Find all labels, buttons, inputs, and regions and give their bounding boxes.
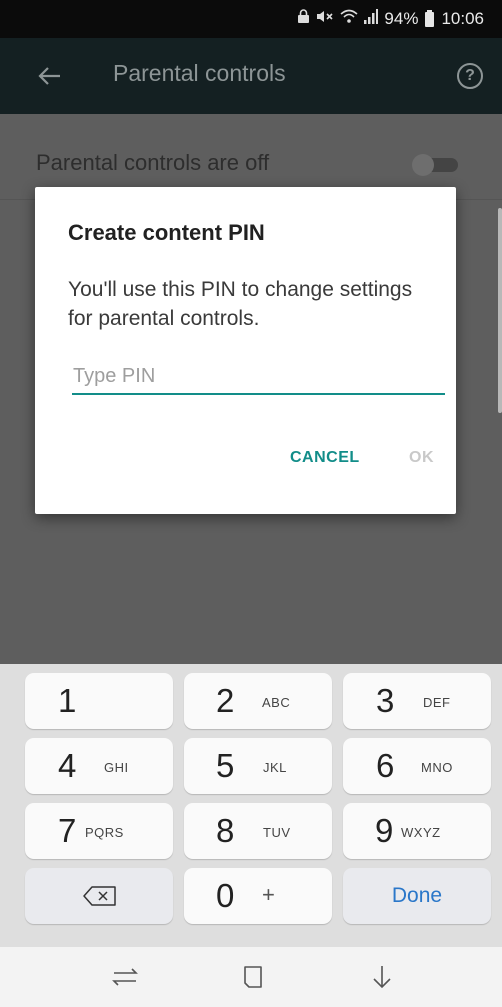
key-9[interactable]: 9 WXYZ — [343, 803, 491, 859]
backspace-key[interactable] — [25, 868, 173, 924]
dialog-title: Create content PIN — [68, 220, 265, 245]
clock: 10:06 — [441, 9, 484, 28]
parental-controls-label: Parental controls are off — [36, 150, 270, 175]
key-digit: 5 — [216, 747, 235, 784]
signal-icon — [364, 8, 379, 30]
key-digit: 8 — [216, 812, 235, 849]
key-letters: GHI — [104, 760, 129, 775]
parental-controls-toggle[interactable] — [412, 154, 458, 176]
key-letters: ABC — [262, 695, 291, 710]
navigation-bar — [0, 947, 502, 1007]
key-8[interactable]: 8 TUV — [184, 803, 332, 859]
key-digit: 6 — [376, 747, 395, 784]
cancel-button[interactable]: CANCEL — [290, 449, 360, 467]
dialog-message: You'll use this PIN to change settings f… — [68, 278, 413, 330]
key-digit: 1 — [58, 682, 77, 719]
key-3[interactable]: 3 DEF — [343, 673, 491, 729]
pin-input[interactable] — [72, 359, 445, 395]
done-key[interactable]: Done — [343, 868, 491, 924]
ok-button[interactable]: OK — [409, 449, 434, 467]
key-digit: 4 — [58, 747, 77, 784]
lock-icon — [297, 8, 310, 30]
toggle-thumb — [412, 154, 434, 176]
key-1[interactable]: 1 — [25, 673, 173, 729]
key-2[interactable]: 2 ABC — [184, 673, 332, 729]
key-letters: TUV — [263, 825, 291, 840]
key-6[interactable]: 6 MNO — [343, 738, 491, 794]
key-digit: 9 — [375, 812, 394, 849]
wifi-icon — [340, 9, 358, 30]
key-digit: 2 — [216, 682, 235, 719]
battery-icon — [425, 9, 435, 27]
page-title: Parental controls — [113, 60, 286, 86]
scroll-indicator — [498, 208, 502, 413]
key-letters: WXYZ — [401, 825, 441, 840]
back-arrow-icon[interactable] — [36, 62, 64, 90]
key-7[interactable]: 7 PQRS — [25, 803, 173, 859]
help-icon[interactable]: ? — [457, 63, 483, 89]
status-bar: 94% 10:06 — [0, 0, 502, 38]
numeric-keyboard: 1 2 ABC 3 DEF 4 GHI 5 JKL 6 MNO 7 PQRS 8… — [0, 664, 502, 947]
key-letters: JKL — [263, 760, 287, 775]
key-letters: + — [262, 882, 276, 907]
create-pin-dialog: Create content PIN You'll use this PIN t… — [35, 187, 456, 514]
home-icon[interactable] — [236, 963, 270, 991]
recents-icon[interactable] — [108, 963, 142, 991]
key-digit: 3 — [376, 682, 395, 719]
key-letters: DEF — [423, 695, 451, 710]
key-digit: 0 — [216, 877, 235, 914]
battery-percent: 94% — [384, 9, 419, 28]
key-letters: MNO — [421, 760, 453, 775]
key-4[interactable]: 4 GHI — [25, 738, 173, 794]
backspace-icon — [83, 886, 117, 906]
key-digit: 7 — [58, 812, 77, 849]
key-5[interactable]: 5 JKL — [184, 738, 332, 794]
app-toolbar: Parental controls ? — [0, 38, 502, 114]
status-icons: 94% 10:06 — [297, 8, 484, 30]
mute-icon — [316, 9, 334, 30]
key-0[interactable]: 0 + — [184, 868, 332, 924]
back-icon[interactable] — [365, 963, 399, 991]
done-label: Done — [391, 884, 443, 907]
key-letters: PQRS — [85, 825, 124, 840]
